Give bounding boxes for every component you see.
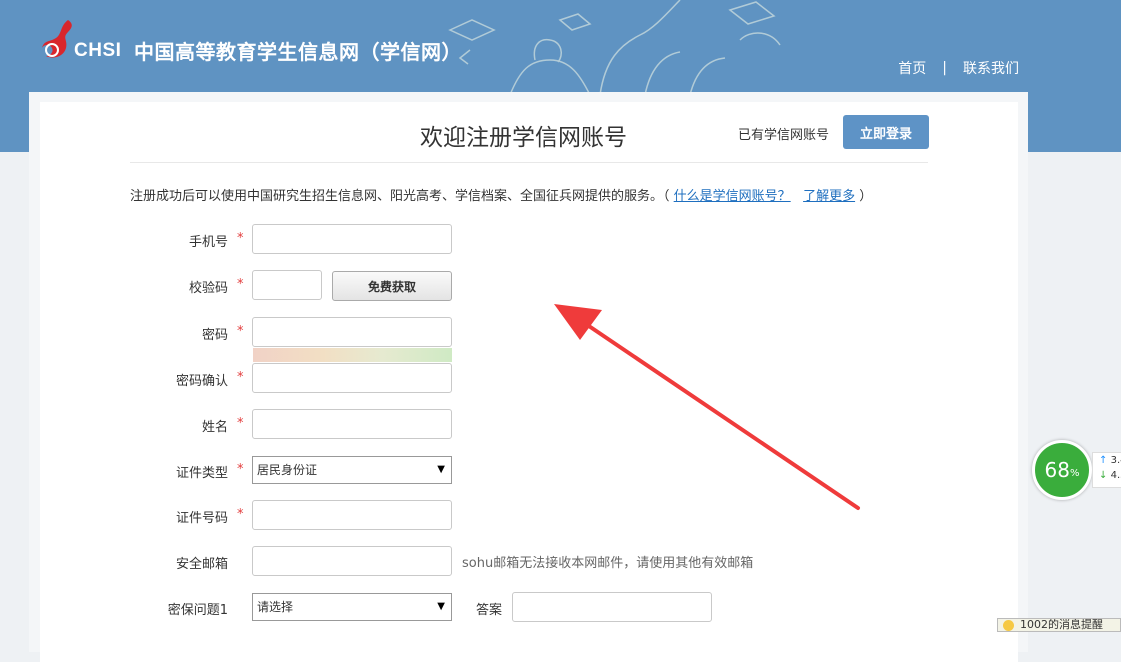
info-text: 注册成功后可以使用中国研究生招生信息网、阳光高考、学信档案、全国征兵网提供的服务… bbox=[130, 185, 872, 204]
password-strength-bar bbox=[253, 348, 452, 362]
answer-label: 答案 bbox=[475, 603, 502, 618]
dropdown-arrow-icon: ▼ bbox=[437, 464, 445, 475]
security-question-label: 密保问题1 bbox=[167, 603, 228, 618]
title-divider bbox=[130, 162, 928, 163]
answer-input[interactable] bbox=[512, 592, 712, 622]
annotation-arrow-icon bbox=[554, 304, 860, 510]
speed-info: ↑ 3.4 ↓ 4.3 bbox=[1092, 452, 1121, 488]
name-required-mark: * bbox=[237, 416, 244, 431]
password-confirm-required-mark: * bbox=[237, 370, 244, 385]
upload-arrow-icon: ↑ bbox=[1099, 455, 1108, 466]
download-arrow-icon: ↓ bbox=[1099, 470, 1108, 481]
nav-home-link[interactable]: 首页 bbox=[898, 58, 926, 78]
code-input[interactable] bbox=[252, 270, 322, 300]
name-label: 姓名 bbox=[201, 420, 228, 435]
password-confirm-label: 密码确认 bbox=[175, 374, 228, 389]
password-confirm-input[interactable] bbox=[252, 363, 452, 393]
learn-more-link[interactable]: 了解更多 bbox=[803, 189, 855, 204]
speed-ball[interactable]: 68 % bbox=[1032, 440, 1092, 500]
what-is-account-link[interactable]: 什么是学信网账号？ bbox=[674, 189, 791, 204]
smiley-icon bbox=[1003, 620, 1014, 631]
email-hint: sohu邮箱无法接收本网邮件，请使用其他有效邮箱 bbox=[462, 556, 754, 571]
page-title: 欢迎注册学信网账号 bbox=[420, 125, 627, 151]
login-button[interactable]: 立即登录 bbox=[843, 115, 929, 149]
id-type-selected: 居民身份证 bbox=[257, 463, 318, 477]
id-type-required-mark: * bbox=[237, 462, 244, 477]
id-number-required-mark: * bbox=[237, 507, 244, 522]
phone-required-mark: * bbox=[237, 231, 244, 246]
info-description: 注册成功后可以使用中国研究生招生信息网、阳光高考、学信档案、全国征兵网提供的服务… bbox=[130, 189, 670, 204]
phone-input[interactable] bbox=[252, 224, 452, 254]
chsi-logo[interactable]: CHSI bbox=[38, 18, 128, 64]
site-title: 中国高等教育学生信息网（学信网） bbox=[134, 40, 462, 64]
code-label: 校验码 bbox=[188, 281, 228, 296]
nav-separator: | bbox=[942, 60, 947, 76]
id-number-label: 证件号码 bbox=[175, 511, 228, 526]
id-type-select[interactable]: 居民身份证 ▼ bbox=[252, 456, 452, 484]
get-code-button[interactable]: 免费获取 bbox=[332, 271, 452, 301]
speed-unit: % bbox=[1069, 467, 1080, 479]
graduation-illustration bbox=[448, 0, 781, 95]
id-number-input[interactable] bbox=[252, 500, 452, 530]
password-required-mark: * bbox=[237, 324, 244, 339]
download-speed: 4.3 bbox=[1110, 470, 1121, 481]
password-input[interactable] bbox=[252, 317, 452, 347]
code-required-mark: * bbox=[237, 277, 244, 292]
security-question-selected: 请选择 bbox=[257, 600, 294, 614]
upload-speed: 3.4 bbox=[1110, 455, 1121, 466]
email-input[interactable] bbox=[252, 546, 452, 576]
phone-label: 手机号 bbox=[188, 235, 228, 250]
message-text: 1002的消息提醒 bbox=[1020, 618, 1103, 631]
logo-text: CHSI bbox=[74, 40, 122, 61]
nav-contact-link[interactable]: 联系我们 bbox=[963, 58, 1019, 78]
name-input[interactable] bbox=[252, 409, 452, 439]
email-label: 安全邮箱 bbox=[175, 557, 228, 572]
have-account-text: 已有学信网账号 bbox=[738, 128, 830, 143]
id-type-label: 证件类型 bbox=[175, 466, 228, 481]
top-nav: 首页 | 联系我们 bbox=[898, 58, 1019, 78]
info-close-paren: ） bbox=[859, 189, 873, 204]
speed-value: 68 bbox=[1044, 458, 1070, 482]
password-label: 密码 bbox=[201, 328, 228, 343]
